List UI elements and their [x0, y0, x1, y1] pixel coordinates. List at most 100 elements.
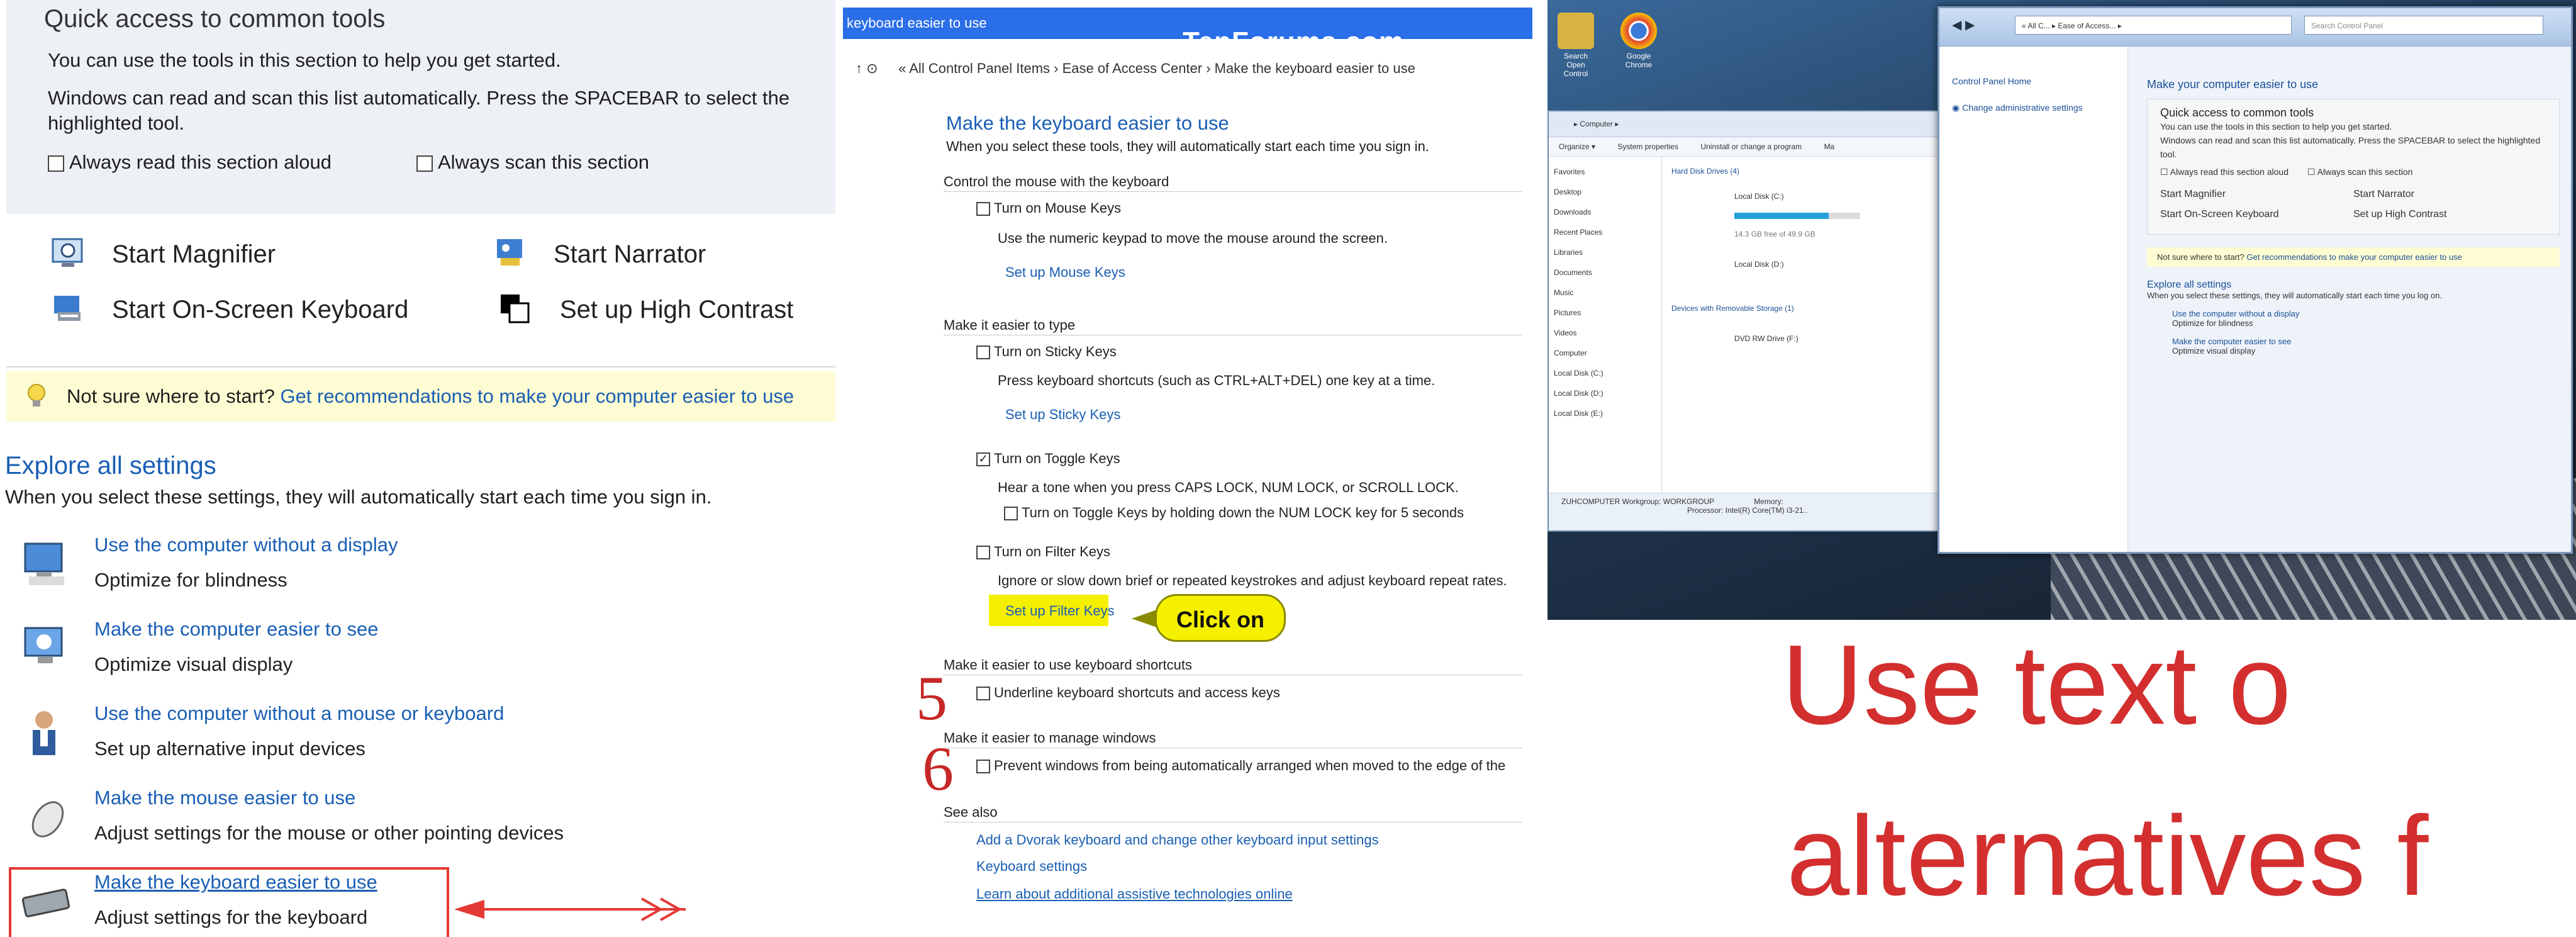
section-see-also: See also: [944, 804, 1522, 822]
change-admin-settings-link[interactable]: ◉ Change administrative settings: [1952, 94, 2115, 121]
checkbox-box[interactable]: [976, 687, 990, 701]
settings-item[interactable]: Use the computer without a mouse or keyb…: [33, 702, 504, 760]
toggle-keys-numlock-checkbox[interactable]: Turn on Toggle Keys by holding down the …: [1004, 505, 1464, 521]
checkbox-box[interactable]: [976, 760, 990, 774]
breadcrumb[interactable]: « All Control Panel Items › Ease of Acce…: [898, 60, 1415, 76]
filter-keys-checkbox[interactable]: Turn on Filter Keys: [976, 544, 1110, 560]
cp-search-input[interactable]: Search Control Panel: [2304, 16, 2543, 35]
page-title: Make the keyboard easier to use: [946, 112, 1229, 134]
disk-free: 14.3 GB free of 49.9 GB: [1734, 230, 1815, 238]
shortcut-label: Search Open Control: [1563, 52, 1588, 78]
set-up-filter-keys-link[interactable]: Set up Filter Keys: [1005, 603, 1115, 619]
nav-item[interactable]: Documents: [1554, 262, 1656, 283]
menu-more[interactable]: Ma: [1824, 142, 1835, 151]
checkbox-checked[interactable]: ✓: [976, 452, 990, 467]
cp-start-magnifier[interactable]: Start Magnifier: [2160, 188, 2353, 201]
checkbox-box[interactable]: [976, 345, 990, 360]
cp-item[interactable]: Use the computer without a display Optimi…: [2172, 309, 2560, 328]
nav-buttons[interactable]: ↑ ⊙: [856, 53, 895, 84]
click-on-callout: Click on: [1132, 594, 1286, 642]
cp-item-title[interactable]: Make the computer easier to see: [2172, 337, 2560, 346]
step-number-5: 5: [916, 663, 947, 733]
start-on-screen-keyboard-button[interactable]: Start On-Screen Keyboard: [54, 296, 408, 324]
cp-item-sub: Optimize visual display: [2172, 346, 2256, 356]
checkbox-box[interactable]: [48, 155, 64, 172]
display-icon: [24, 627, 63, 663]
checkbox-label: Turn on Sticky Keys: [994, 344, 1117, 359]
set-up-mouse-keys-link[interactable]: Set up Mouse Keys: [1005, 264, 1125, 281]
menu-uninstall[interactable]: Uninstall or change a program: [1700, 142, 1802, 151]
checkbox-box[interactable]: [976, 202, 990, 216]
nav-item[interactable]: Libraries: [1554, 242, 1656, 262]
cp-read-aloud-checkbox[interactable]: ☐ Always read this section aloud: [2160, 167, 2289, 177]
link-label: Change administrative settings: [1962, 103, 2083, 113]
keyboard-icon: [54, 296, 81, 321]
cp-heading: Make your computer easier to use: [2147, 78, 2319, 91]
cp-tip-text: Not sure where to start?: [2157, 252, 2244, 262]
explorer-path[interactable]: ▸ Computer ▸: [1574, 120, 1619, 128]
checkbox-label: Always read this section aloud: [2170, 167, 2289, 177]
quick-access-title: Quick access to common tools: [44, 5, 386, 33]
item-subtitle: Optimize for blindness: [94, 569, 287, 591]
cp-scan-checkbox[interactable]: ☐ Always scan this section: [2307, 167, 2412, 177]
mouse-keys-checkbox[interactable]: Turn on Mouse Keys: [976, 200, 1121, 216]
nav-item[interactable]: Favorites: [1554, 162, 1656, 182]
nav-item[interactable]: Local Disk (E:): [1554, 403, 1656, 424]
dvorak-keyboard-link[interactable]: Add a Dvorak keyboard and change other k…: [976, 832, 1379, 848]
nav-item[interactable]: Local Disk (D:): [1554, 383, 1656, 403]
checkbox-box[interactable]: [976, 546, 990, 560]
nav-item[interactable]: Downloads: [1554, 202, 1656, 222]
desktop-shortcut[interactable]: Google Chrome: [1617, 13, 1661, 69]
menu-system-properties[interactable]: System properties: [1617, 142, 1678, 151]
tool-label: Start Narrator: [554, 240, 706, 268]
nav-item[interactable]: Desktop: [1554, 182, 1656, 202]
back-forward-buttons[interactable]: ◀ ▶: [1952, 17, 1975, 33]
nav-item[interactable]: Computer: [1554, 343, 1656, 363]
disk-label: Local Disk (C:): [1734, 192, 1784, 201]
always-read-checkbox[interactable]: Always read this section aloud: [48, 151, 332, 174]
sticky-keys-checkbox[interactable]: Turn on Sticky Keys: [976, 344, 1117, 360]
start-magnifier-button[interactable]: Start Magnifier: [52, 238, 276, 269]
cp-start-osk[interactable]: Start On-Screen Keyboard: [2160, 208, 2353, 222]
nav-item[interactable]: Videos: [1554, 323, 1656, 343]
desktop-shortcut[interactable]: Search Open Control: [1554, 13, 1598, 78]
address-bar: ↑ ⊙ « All Control Panel Items › Ease of …: [843, 53, 1532, 84]
nav-item[interactable]: Pictures: [1554, 303, 1656, 323]
get-recommendations-link[interactable]: Get recommendations to make your compute…: [280, 385, 794, 407]
prevent-arrange-checkbox[interactable]: Prevent windows from being automatically…: [976, 758, 1505, 774]
explore-all-settings-desc: When you select these settings, they wil…: [5, 486, 712, 508]
settings-item[interactable]: Make the mouse easier to use Adjust sett…: [31, 787, 564, 844]
checkbox-box[interactable]: [1004, 507, 1018, 521]
cp-tip-link[interactable]: Get recommendations to make your compute…: [2246, 252, 2462, 262]
settings-item[interactable]: Use the computer without a display Optim…: [24, 534, 398, 592]
filter-keys-desc: Ignore or slow down brief or repeated ke…: [998, 573, 1507, 588]
nav-item[interactable]: Local Disk (C:): [1554, 363, 1656, 383]
menu-organize[interactable]: Organize ▾: [1559, 142, 1595, 151]
use-without-display-link[interactable]: Use the computer without a display: [94, 534, 398, 556]
cp-start-narrator[interactable]: Start Narrator: [2353, 188, 2546, 201]
set-up-sticky-keys-link[interactable]: Set up Sticky Keys: [1005, 407, 1120, 423]
always-scan-checkbox[interactable]: Always scan this section: [416, 151, 649, 174]
cp-high-contrast[interactable]: Set up High Contrast: [2353, 208, 2546, 222]
assistive-technologies-link[interactable]: Learn about additional assistive technol…: [976, 886, 1293, 902]
control-panel-home-link[interactable]: Control Panel Home: [1952, 68, 2115, 94]
cp-item[interactable]: Make the computer easier to see Optimize …: [2172, 337, 2560, 356]
nav-item[interactable]: Recent Places: [1554, 222, 1656, 242]
mouse-keys-desc: Use the numeric keypad to move the mouse…: [998, 230, 1388, 246]
step-number-6: 6: [922, 734, 954, 804]
cp-item-title[interactable]: Use the computer without a display: [2172, 309, 2560, 318]
start-narrator-button[interactable]: Start Narrator: [497, 239, 706, 269]
cp-address-bar[interactable]: « All C... ▸ Ease of Access... ▸: [2015, 16, 2292, 35]
toggle-keys-checkbox[interactable]: ✓ Turn on Toggle Keys: [976, 451, 1120, 467]
settings-item[interactable]: Make the computer easier to see Optimize…: [24, 618, 378, 676]
nav-item[interactable]: Music: [1554, 283, 1656, 303]
section-mouse-control: Control the mouse with the keyboard: [944, 174, 1522, 192]
use-without-mouse-keyboard-link[interactable]: Use the computer without a mouse or keyb…: [94, 702, 504, 725]
checkbox-box[interactable]: [416, 155, 433, 172]
keyboard-settings-link[interactable]: Keyboard settings: [976, 858, 1087, 875]
set-up-high-contrast-button[interactable]: Set up High Contrast: [501, 295, 793, 324]
make-computer-easier-to-see-link[interactable]: Make the computer easier to see: [94, 618, 378, 641]
explorer-nav-pane: Favorites Desktop Downloads Recent Place…: [1549, 157, 1662, 493]
underline-shortcuts-checkbox[interactable]: Underline keyboard shortcuts and access …: [976, 685, 1280, 701]
make-mouse-easier-link[interactable]: Make the mouse easier to use: [94, 787, 564, 809]
